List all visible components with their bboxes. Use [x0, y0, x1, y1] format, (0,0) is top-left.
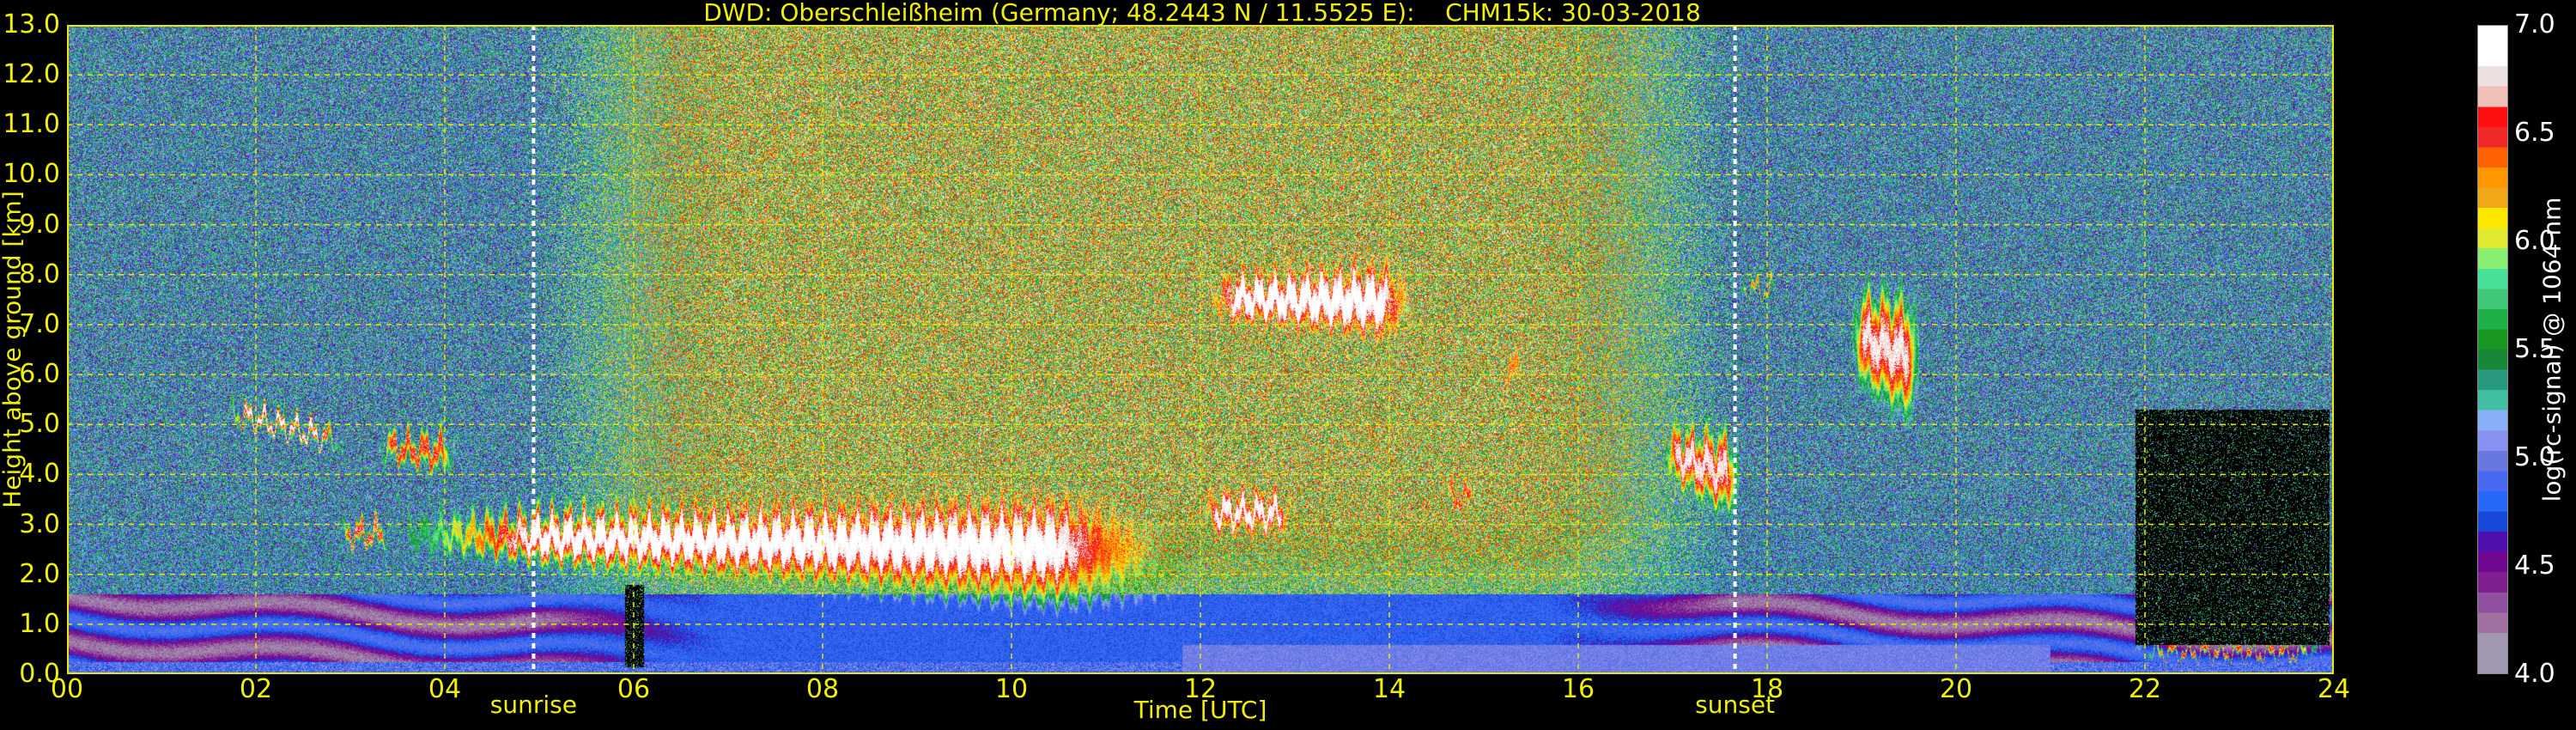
y-tick-label: 2.0 — [19, 558, 60, 589]
colorbar-label: log(rc-signal) @ 1064 nm — [2537, 197, 2567, 502]
colorbar-tick-label: 7.0 — [2514, 9, 2555, 40]
x-axis-label: Time [UTC] — [1133, 696, 1267, 724]
x-tick-label: 16 — [1561, 674, 1595, 704]
x-tick-label: 08 — [805, 674, 840, 704]
grid-overlay — [67, 25, 2334, 674]
colorbar — [2477, 25, 2508, 674]
colorbar-tick-label: 4.0 — [2514, 659, 2555, 689]
x-tick-label: 00 — [50, 674, 84, 704]
x-tick-label: 20 — [1939, 674, 1973, 704]
chart-title: DWD: Oberschleißheim (Germany; 48.2443 N… — [703, 0, 1701, 27]
colorbar-tick-label: 6.5 — [2514, 118, 2555, 148]
sunset-label: sunset — [1695, 690, 1776, 719]
y-tick-label: 11.0 — [3, 109, 60, 140]
x-tick-label: 24 — [2317, 674, 2351, 704]
y-tick-label: 12.0 — [3, 59, 60, 90]
y-tick-label: 3.0 — [19, 508, 60, 539]
x-tick-label: 10 — [994, 674, 1029, 704]
x-tick-label: 04 — [428, 674, 462, 704]
x-tick-label: 02 — [239, 674, 273, 704]
sunrise-label: sunrise — [489, 690, 577, 719]
y-tick-label: 10.0 — [3, 159, 60, 190]
plot-area — [67, 25, 2334, 674]
y-tick-label: 13.0 — [3, 9, 60, 40]
y-tick-label: 1.0 — [19, 608, 60, 639]
x-tick-label: 14 — [1372, 674, 1406, 704]
colorbar-tick-label: 4.5 — [2514, 551, 2555, 581]
x-tick-label: 06 — [617, 674, 651, 704]
y-axis-label: Height above ground [km] — [0, 191, 27, 508]
x-tick-label: 22 — [2128, 674, 2162, 704]
